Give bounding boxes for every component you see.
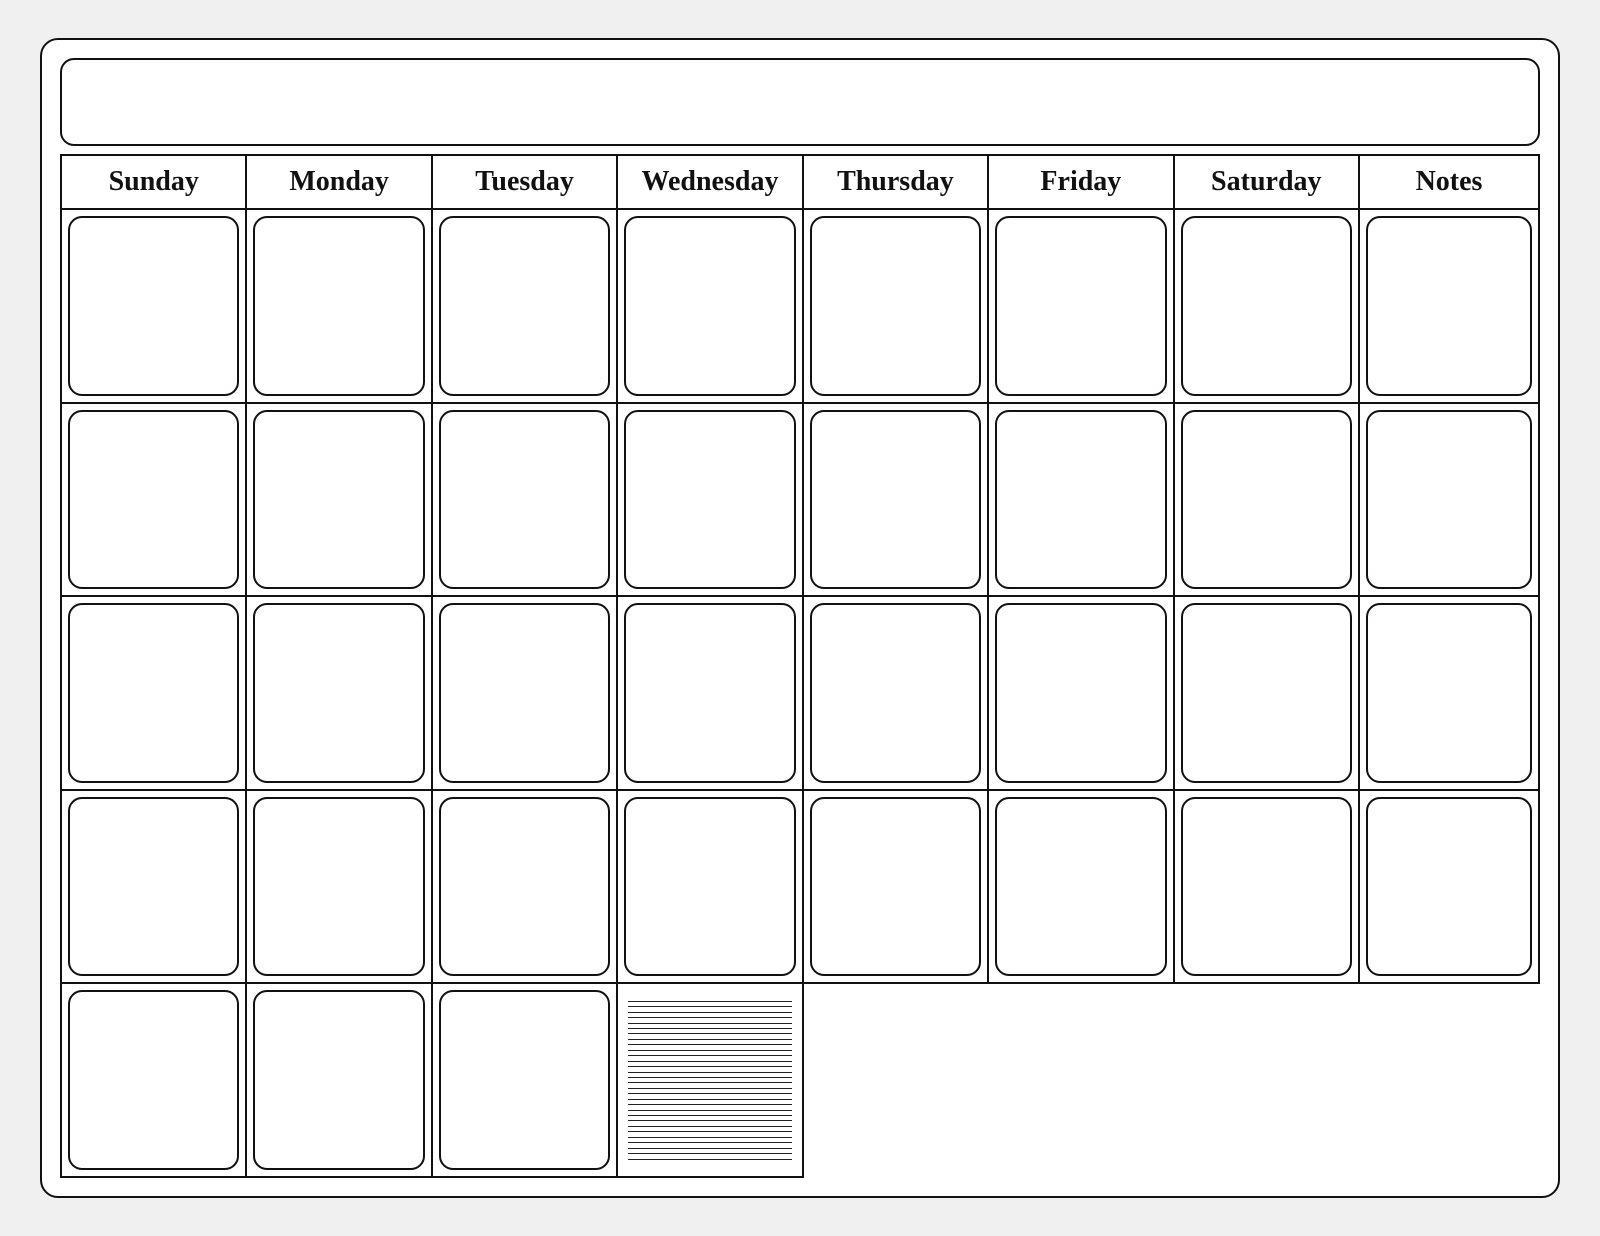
note-line [628, 1120, 791, 1121]
cell-w4-wed[interactable] [62, 791, 247, 985]
note-line [628, 1082, 791, 1083]
note-line [628, 1142, 791, 1143]
header-notes: Notes [1360, 156, 1540, 210]
cell-w4-tue[interactable] [1360, 597, 1540, 791]
cell-w3-tue[interactable] [62, 597, 247, 791]
note-line [628, 1033, 791, 1034]
cell-w3-mon[interactable] [1360, 404, 1540, 598]
calendar-grid: Sunday Monday Tuesday Wednesday Thursday… [60, 154, 1540, 1178]
cell-w2-fri[interactable] [804, 404, 989, 598]
cell-w2-sat[interactable] [989, 404, 1174, 598]
cell-w5-fri[interactable] [247, 984, 432, 1178]
note-line [628, 1039, 791, 1040]
cell-w4-sun[interactable] [989, 597, 1174, 791]
header-sunday: Sunday [62, 156, 247, 210]
cell-w5-mon[interactable] [989, 791, 1174, 985]
cell-w2-thu[interactable] [618, 404, 803, 598]
note-line [628, 1099, 791, 1100]
cell-w2-tue[interactable] [247, 404, 432, 598]
cell-w1-mon[interactable] [247, 210, 432, 404]
note-line [628, 1061, 791, 1062]
note-line [628, 1153, 791, 1154]
note-line [628, 1093, 791, 1094]
note-line [628, 1023, 791, 1024]
note-line [628, 1066, 791, 1067]
cell-w3-thu[interactable] [433, 597, 618, 791]
title-bar [60, 58, 1540, 146]
note-line [628, 1001, 791, 1002]
note-line [628, 1148, 791, 1149]
cell-w4-fri[interactable] [433, 791, 618, 985]
note-line [628, 1044, 791, 1045]
cell-w5-tue[interactable] [1175, 791, 1360, 985]
header-wednesday: Wednesday [618, 156, 803, 210]
cell-w3-sat[interactable] [804, 597, 989, 791]
notes-lines [628, 992, 791, 1168]
cell-w5-thu[interactable] [62, 984, 247, 1178]
cell-w5-sat[interactable] [433, 984, 618, 1178]
cell-w5-wed[interactable] [1360, 791, 1540, 985]
cell-w2-mon[interactable] [62, 404, 247, 598]
note-line [628, 1050, 791, 1051]
note-line [628, 1028, 791, 1029]
notes-column[interactable] [618, 984, 803, 1178]
cell-w3-wed[interactable] [247, 597, 432, 791]
cell-w3-fri[interactable] [618, 597, 803, 791]
cell-w1-wed[interactable] [618, 210, 803, 404]
note-line [628, 1072, 791, 1073]
note-line [628, 1077, 791, 1078]
note-line [628, 1115, 791, 1116]
note-line [628, 1137, 791, 1138]
cell-w4-thu[interactable] [247, 791, 432, 985]
note-line [628, 1110, 791, 1111]
note-line [628, 1126, 791, 1127]
cell-w4-mon[interactable] [1175, 597, 1360, 791]
cell-w3-sun[interactable] [1175, 404, 1360, 598]
note-line [628, 1055, 791, 1056]
cell-w1-fri[interactable] [989, 210, 1174, 404]
note-line [628, 1006, 791, 1007]
note-line [628, 1088, 791, 1089]
cell-w1-thu[interactable] [804, 210, 989, 404]
header-thursday: Thursday [804, 156, 989, 210]
cell-w1-sat[interactable] [1175, 210, 1360, 404]
cell-w2-sun[interactable] [1360, 210, 1540, 404]
note-line [628, 1017, 791, 1018]
header-saturday: Saturday [1175, 156, 1360, 210]
cell-w1-sun[interactable] [62, 210, 247, 404]
cell-w5-sun[interactable] [804, 791, 989, 985]
note-line [628, 1104, 791, 1105]
note-line [628, 1131, 791, 1132]
note-line [628, 1159, 791, 1160]
header-monday: Monday [247, 156, 432, 210]
note-line [628, 1012, 791, 1013]
cell-w1-tue[interactable] [433, 210, 618, 404]
calendar-wrapper: Sunday Monday Tuesday Wednesday Thursday… [40, 38, 1560, 1198]
cell-w2-wed[interactable] [433, 404, 618, 598]
cell-w4-sat[interactable] [618, 791, 803, 985]
header-tuesday: Tuesday [433, 156, 618, 210]
header-friday: Friday [989, 156, 1174, 210]
